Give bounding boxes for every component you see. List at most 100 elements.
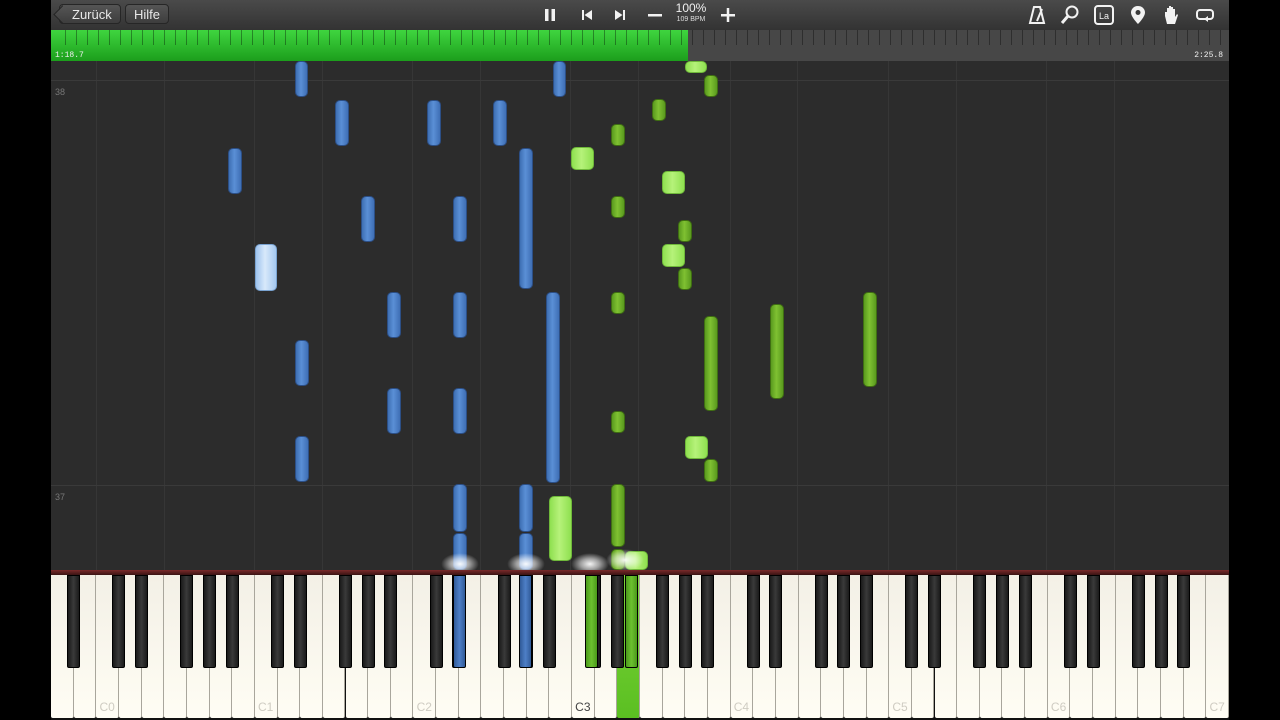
song-progress-bar[interactable]: 1:18.7 2:25.8 [51,30,1229,61]
progress-tick [1055,30,1056,45]
left-hand-note [493,100,507,146]
progress-tick [989,30,990,45]
progress-tick [824,30,825,45]
black-key[interactable] [1177,575,1191,668]
black-key[interactable] [271,575,285,668]
progress-tick [142,30,143,45]
black-key[interactable] [905,575,919,668]
progress-tick [131,30,132,45]
black-key[interactable] [293,575,307,668]
pressed-black-key[interactable] [625,575,638,668]
right-hand-note [662,171,685,194]
black-key[interactable] [701,575,715,668]
progress-tick [494,30,495,45]
progress-tick [98,30,99,45]
black-key[interactable] [860,575,874,668]
progress-tick [1165,30,1166,45]
black-key[interactable] [112,575,126,668]
black-key[interactable] [384,575,398,668]
black-key[interactable] [814,575,828,668]
black-key[interactable] [746,575,760,668]
progress-tick [890,30,891,45]
right-hand-note [685,436,708,459]
black-key[interactable] [837,575,851,668]
black-key[interactable] [203,575,217,668]
black-key[interactable] [973,575,987,668]
black-key[interactable] [429,575,443,668]
progress-tick [406,30,407,45]
la-icon[interactable]: La [1093,4,1115,26]
black-key[interactable] [678,575,692,668]
grid-line [1114,61,1115,570]
black-key[interactable] [769,575,783,668]
progress-tick [681,30,682,45]
progress-tick [571,30,572,45]
search-icon[interactable] [1059,4,1081,26]
octave-label: C5 [892,700,908,714]
pressed-black-key[interactable] [519,575,532,668]
black-key[interactable] [1063,575,1077,668]
skip-forward-icon[interactable] [609,4,631,26]
black-key[interactable] [1086,575,1100,668]
black-key[interactable] [497,575,511,668]
location-pin-icon[interactable] [1127,4,1149,26]
black-key[interactable] [67,575,81,668]
white-key[interactable]: C7 [1206,575,1229,718]
right-hand-note [678,268,692,290]
progress-tick [274,30,275,45]
progress-tick [945,30,946,45]
black-key[interactable] [928,575,941,668]
progress-tick [1143,30,1144,45]
progress-tick [230,30,231,45]
hand-icon[interactable] [1160,4,1182,26]
plus-icon[interactable] [717,4,739,26]
progress-tick [1220,30,1221,45]
black-key[interactable] [610,575,624,668]
loop-icon[interactable] [1194,4,1216,26]
total-time: 2:25.8 [1194,51,1223,60]
progress-tick [736,30,737,45]
progress-tick [186,30,187,45]
right-hand-note [770,304,784,399]
progress-tick [538,30,539,45]
black-key[interactable] [542,575,556,668]
back-chevron-icon [53,5,72,24]
grid-line [638,61,639,570]
back-button[interactable]: Zurück [53,4,121,24]
left-hand-note [519,148,533,289]
progress-tick [549,30,550,45]
note-hit-glow [571,553,609,570]
black-key[interactable] [1154,575,1168,668]
progress-tick [1132,30,1133,45]
black-key[interactable] [1018,575,1032,668]
minus-icon[interactable] [644,4,666,26]
progress-tick [912,30,913,45]
right-hand-note [611,484,625,547]
black-key[interactable] [180,575,194,668]
progress-tick [340,30,341,45]
black-key[interactable] [225,575,239,668]
black-key[interactable] [995,575,1009,668]
progress-tick [582,30,583,45]
progress-tick [626,30,627,45]
skip-back-icon[interactable] [576,4,598,26]
progress-tick [1022,30,1023,45]
progress-tick [615,30,616,45]
progress-tick [120,30,121,45]
black-key[interactable] [1131,575,1145,668]
black-key[interactable] [339,575,352,668]
black-key[interactable] [656,575,670,668]
pressed-black-key[interactable] [453,575,466,668]
metronome-icon[interactable] [1026,4,1048,26]
pause-icon[interactable] [539,4,561,26]
help-button[interactable]: Hilfe [125,4,170,24]
progress-tick [714,30,715,45]
progress-tick [1099,30,1100,45]
pressed-black-key[interactable] [585,575,598,668]
right-hand-note [704,75,718,97]
grid-line [412,61,413,570]
left-hand-note [427,100,441,146]
black-key[interactable] [135,575,149,668]
octave-label: C6 [1050,700,1067,714]
black-key[interactable] [361,575,375,668]
